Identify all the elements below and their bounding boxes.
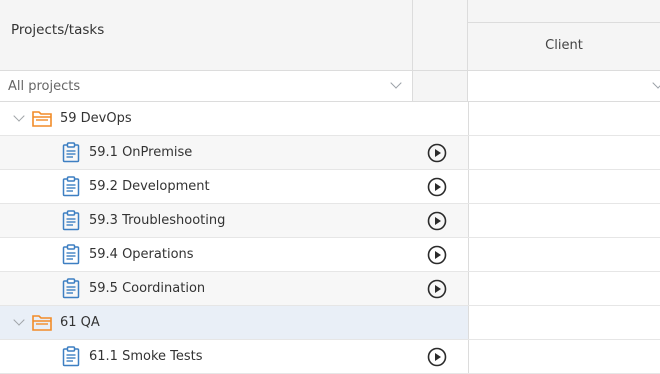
tree-row-project[interactable]: 59 DevOps: [0, 102, 660, 136]
client-cell[interactable]: [468, 102, 660, 135]
tree-row-label: 61 QA: [60, 315, 100, 330]
play-circle-icon: [427, 279, 447, 299]
tree-row-label: 59.3 Troubleshooting: [89, 213, 226, 228]
tree-row-task[interactable]: 59.2 Development: [0, 170, 660, 204]
clipboard-icon: [62, 278, 80, 299]
tree-row-task[interactable]: 59.1 OnPremise: [0, 136, 660, 170]
tree-row-task[interactable]: 59.3 Troubleshooting: [0, 204, 660, 238]
play-button[interactable]: [427, 245, 447, 265]
clipboard-icon: [62, 244, 80, 265]
tree-rows: 59 DevOps 59.1 OnPremise 59.2 Developmen…: [0, 102, 660, 374]
column-group-header: [468, 0, 660, 23]
tree-row-label: 59.2 Development: [89, 179, 210, 194]
play-button[interactable]: [427, 143, 447, 163]
client-cell[interactable]: [468, 136, 660, 169]
client-cell[interactable]: [468, 204, 660, 237]
tree-row-label: 59.1 OnPremise: [89, 145, 193, 160]
column-header-projects-label: Projects/tasks: [11, 22, 105, 38]
play-button[interactable]: [427, 347, 447, 367]
column-header-projects[interactable]: Projects/tasks: [0, 0, 413, 71]
column-header-client-label: Client: [545, 38, 583, 53]
chevron-down-icon[interactable]: [13, 314, 25, 326]
tree-row-task[interactable]: 59.5 Coordination: [0, 272, 660, 306]
projects-filter-value: All projects: [8, 79, 81, 94]
play-circle-icon: [427, 177, 447, 197]
chevron-down-icon: [390, 77, 402, 89]
play-circle-icon: [427, 347, 447, 367]
actions-filter-cell: [413, 71, 468, 102]
client-cell[interactable]: [468, 238, 660, 271]
column-header-actions: [413, 0, 468, 71]
folder-icon: [32, 315, 52, 331]
client-filter-dropdown[interactable]: [468, 71, 660, 102]
tree-row-label: 59.4 Operations: [89, 247, 194, 262]
clipboard-icon: [62, 142, 80, 163]
play-circle-icon: [427, 143, 447, 163]
play-circle-icon: [427, 211, 447, 231]
play-button[interactable]: [427, 177, 447, 197]
folder-icon: [32, 111, 52, 127]
tree-row-label: 59 DevOps: [60, 111, 132, 126]
project-grid: Projects/tasks Client All projects 59 De…: [0, 0, 660, 374]
tree-row-project[interactable]: 61 QA: [0, 306, 660, 340]
tree-row-label: 59.5 Coordination: [89, 281, 206, 296]
play-button[interactable]: [427, 211, 447, 231]
client-cell[interactable]: [468, 272, 660, 305]
clipboard-icon: [62, 346, 80, 367]
tree-row-task[interactable]: 61.1 Smoke Tests: [0, 340, 660, 374]
tree-row-task[interactable]: 59.4 Operations: [0, 238, 660, 272]
projects-filter-dropdown[interactable]: All projects: [0, 71, 413, 102]
play-circle-icon: [427, 245, 447, 265]
client-cell[interactable]: [468, 340, 660, 373]
clipboard-icon: [62, 210, 80, 231]
column-header-client[interactable]: Client: [468, 0, 660, 71]
chevron-down-icon[interactable]: [13, 110, 25, 122]
tree-row-label: 61.1 Smoke Tests: [89, 349, 203, 364]
play-button[interactable]: [427, 279, 447, 299]
client-cell[interactable]: [468, 306, 660, 339]
client-cell[interactable]: [468, 170, 660, 203]
chevron-down-icon: [652, 77, 660, 89]
clipboard-icon: [62, 176, 80, 197]
